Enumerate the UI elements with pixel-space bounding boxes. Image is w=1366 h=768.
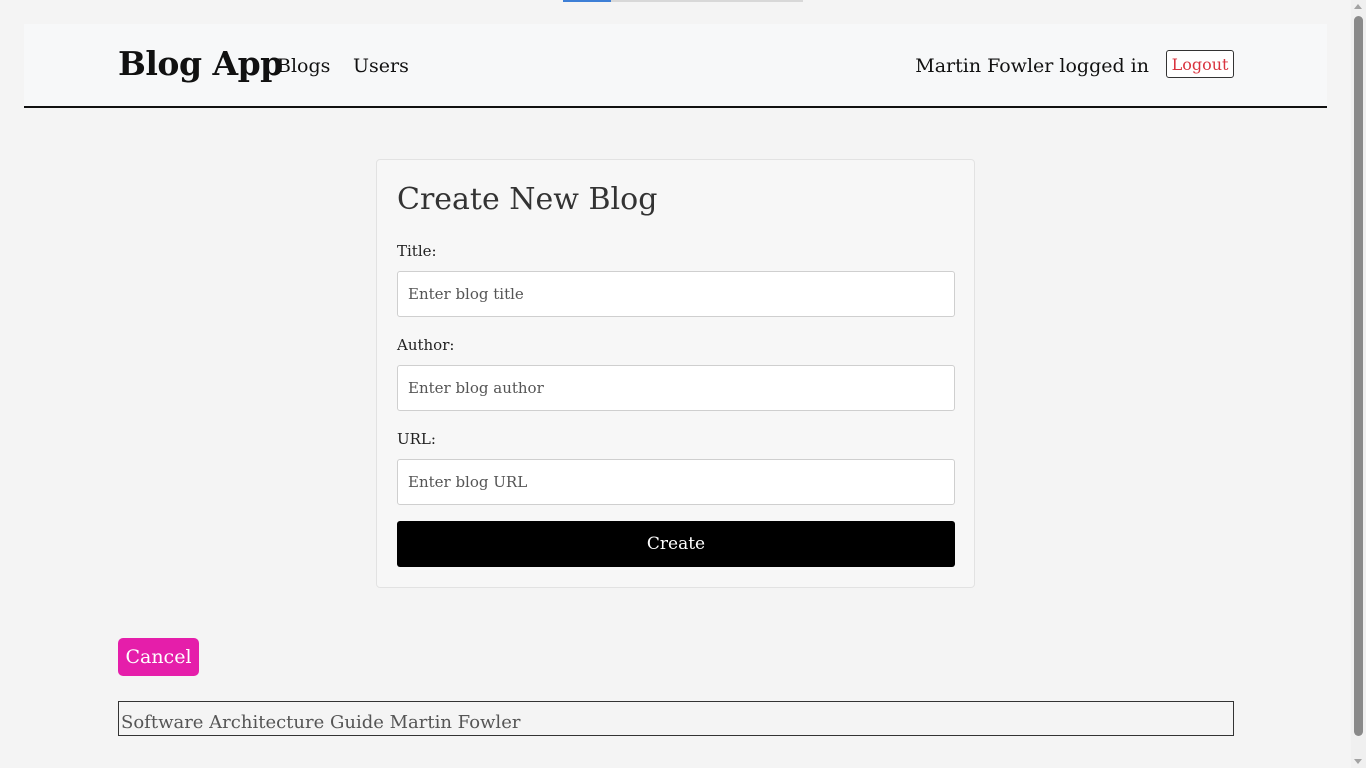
logout-button[interactable]: Logout: [1166, 50, 1234, 78]
author-input[interactable]: [397, 365, 955, 411]
page-load-progress-fill: [563, 0, 611, 2]
nav-link-blogs[interactable]: Blogs: [277, 55, 330, 77]
create-button[interactable]: Create: [397, 521, 955, 567]
create-blog-form: Create New Blog Title: Author: URL: Crea…: [376, 159, 975, 588]
navbar: Blog App Blogs Users Martin Fowler logge…: [24, 24, 1327, 108]
scroll-up-arrow-icon[interactable]: [1354, 4, 1362, 9]
author-label: Author:: [397, 336, 455, 354]
nav-link-users[interactable]: Users: [353, 55, 409, 77]
scrollbar-thumb[interactable]: [1354, 16, 1363, 736]
blog-list-item[interactable]: Software Architecture Guide Martin Fowle…: [118, 701, 1234, 736]
page-load-progress: [563, 0, 803, 2]
vertical-scrollbar[interactable]: [1351, 0, 1366, 768]
url-input[interactable]: [397, 459, 955, 505]
url-label: URL:: [397, 430, 436, 448]
title-label: Title:: [397, 242, 437, 260]
logged-in-status: Martin Fowler logged in: [915, 55, 1149, 77]
cancel-button[interactable]: Cancel: [118, 638, 199, 676]
brand-logo[interactable]: Blog App: [118, 44, 283, 83]
form-title: Create New Blog: [397, 182, 658, 217]
scroll-down-arrow-icon[interactable]: [1354, 759, 1362, 764]
title-input[interactable]: [397, 271, 955, 317]
